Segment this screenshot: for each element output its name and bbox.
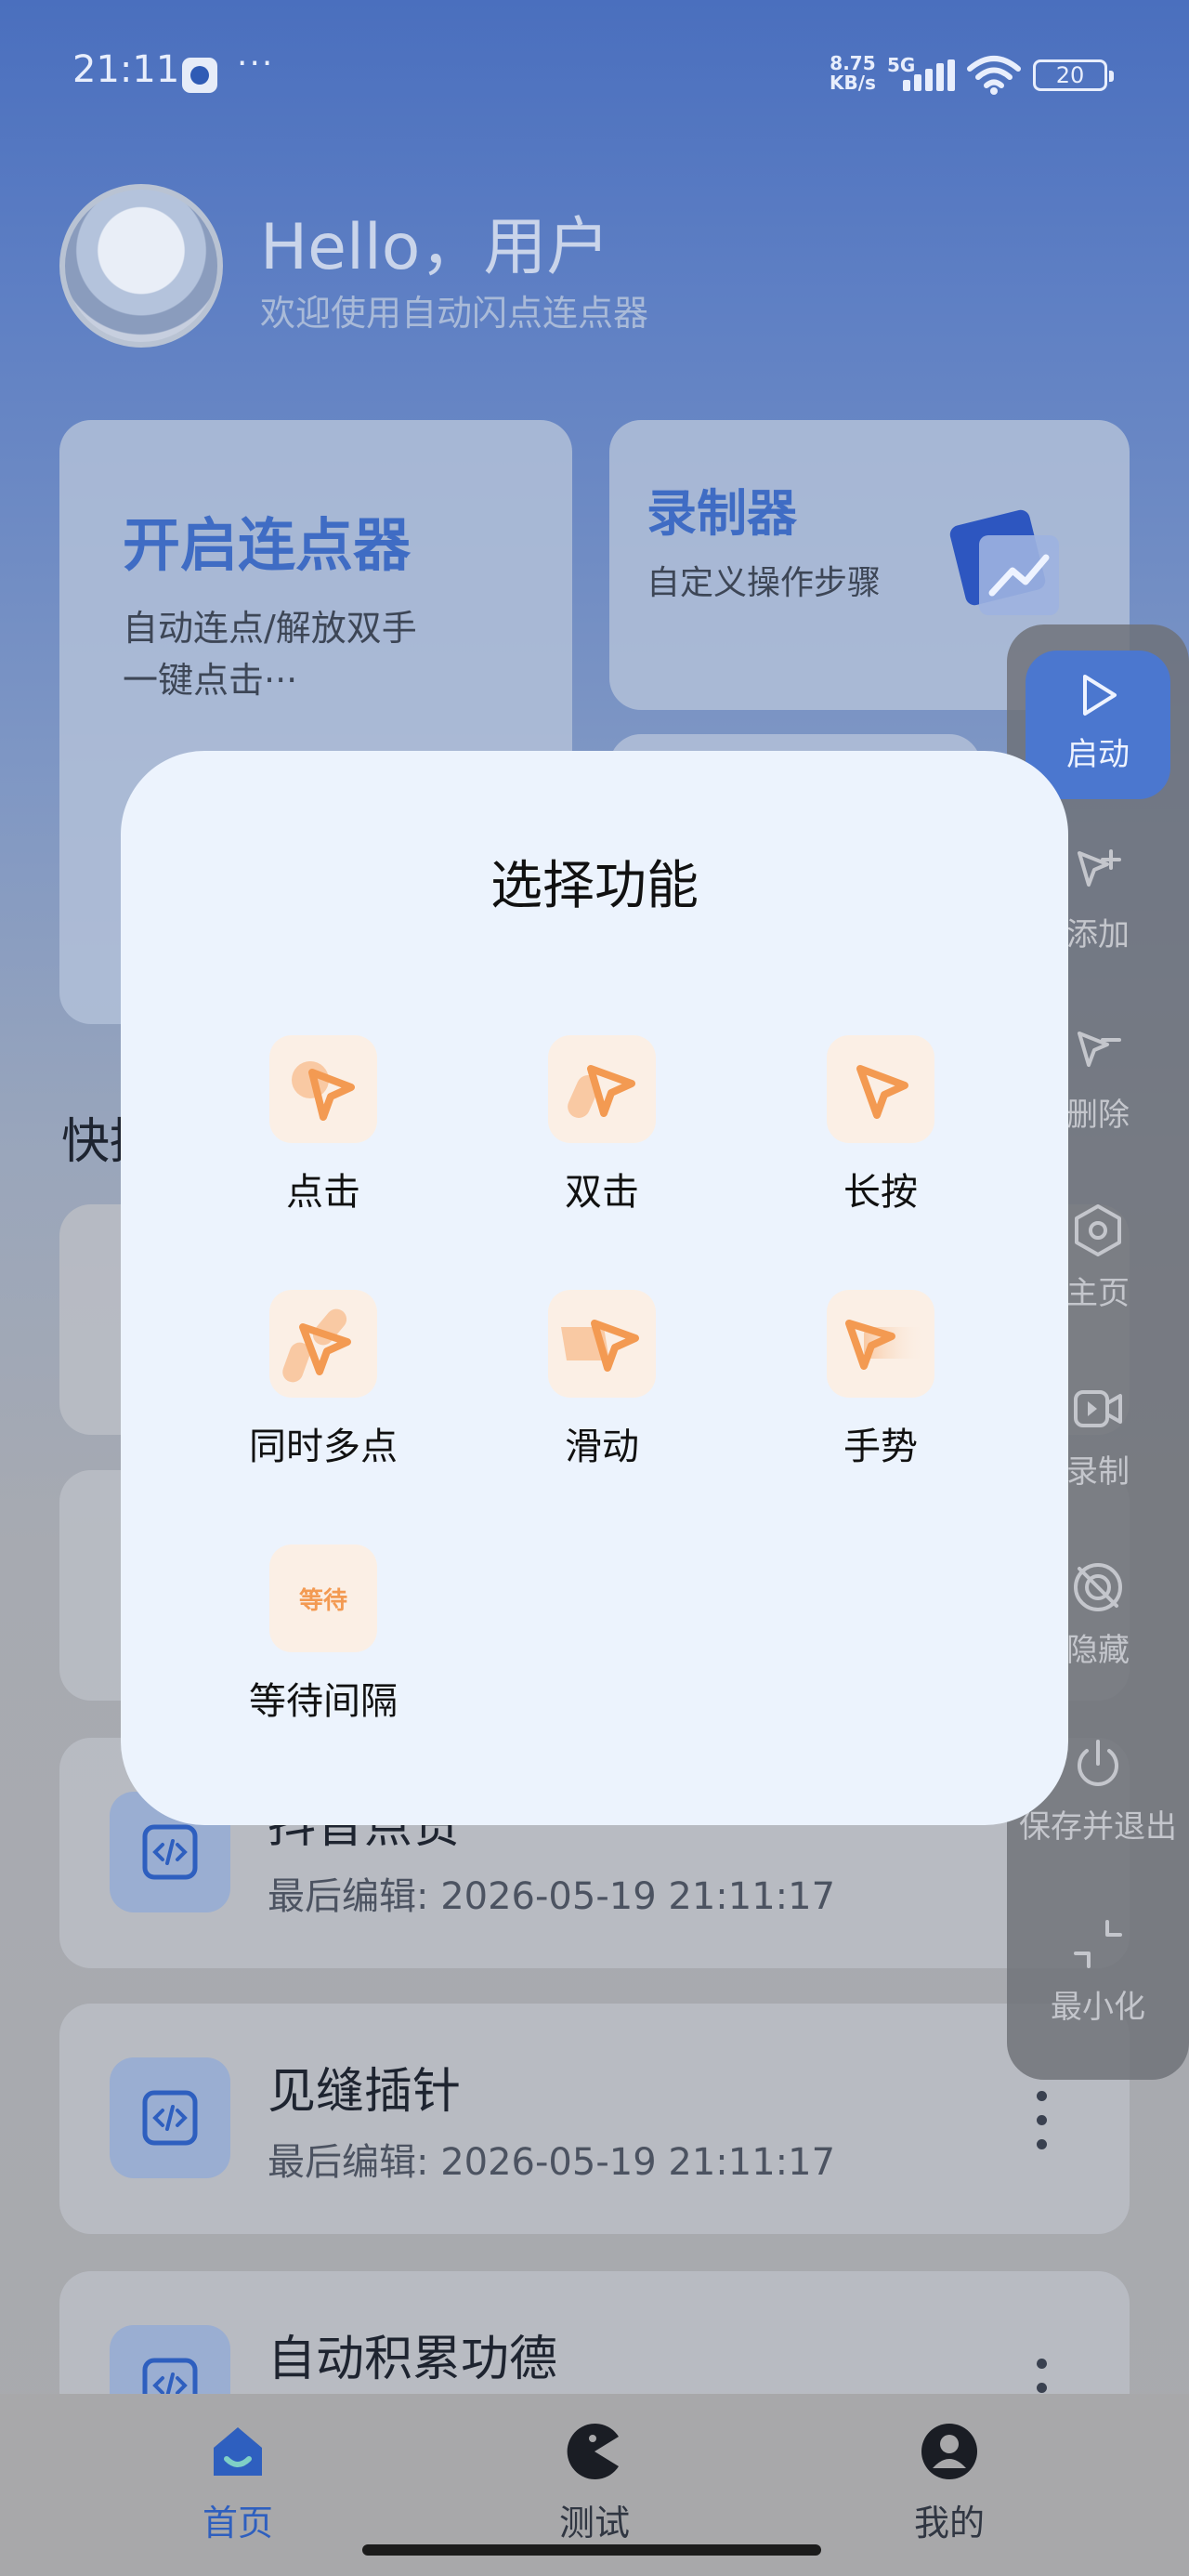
minimize-icon xyxy=(1074,1920,1122,1968)
cursor-add-icon xyxy=(1078,849,1121,887)
status-time: 21:11 xyxy=(72,48,180,91)
script-title: 自动积累功德 xyxy=(268,2332,558,2387)
app-notification-icon xyxy=(182,58,217,93)
toolbar-save-exit-label: 保存并退出 xyxy=(1019,1808,1177,1846)
signal-icon xyxy=(903,59,955,91)
network-speed-value: 8.75 xyxy=(830,52,876,74)
select-function-dialog: 选择功能 点击 双击 长按 同时多点 滑动 手势 等待 等待间隔 xyxy=(121,751,1068,1825)
pacman-icon xyxy=(567,2424,619,2479)
nav-home-label: 首页 xyxy=(202,2503,273,2543)
option-wait-label: 等待间隔 xyxy=(249,1680,398,1723)
power-icon xyxy=(1078,1740,1118,1786)
toolbar-minimize-button[interactable]: 最小化 xyxy=(1007,1916,1189,2027)
start-clicker-desc: 自动连点/解放双手 一键点击··· xyxy=(123,608,417,701)
home-icon xyxy=(214,2427,262,2476)
option-gesture[interactable]: 手势 xyxy=(769,1290,992,1470)
double-tap-icon xyxy=(548,1035,656,1143)
wait-icon-text: 等待 xyxy=(298,1587,347,1615)
video-icon xyxy=(1074,1390,1122,1427)
more-options-icon[interactable] xyxy=(1037,2091,1048,2150)
script-last-edited: 最后编辑: 2026-05-19 21:11:17 xyxy=(268,2141,836,2184)
avatar[interactable] xyxy=(59,184,223,348)
option-swipe[interactable]: 滑动 xyxy=(490,1290,713,1470)
multi-touch-icon xyxy=(269,1290,377,1398)
dialog-title: 选择功能 xyxy=(490,856,699,916)
option-gesture-label: 手势 xyxy=(843,1426,918,1468)
nav-mine[interactable]: 我的 xyxy=(856,2422,1042,2545)
option-long-press-label: 长按 xyxy=(843,1171,918,1214)
option-wait[interactable]: 等待 等待间隔 xyxy=(212,1544,435,1725)
toolbar-home-label: 主页 xyxy=(1066,1275,1130,1312)
script-title: 见缝插针 xyxy=(268,2064,462,2120)
eye-off-icon xyxy=(1074,1563,1122,1611)
nav-mine-label: 我的 xyxy=(913,2503,985,2543)
battery-icon: 20 xyxy=(1033,59,1114,91)
hexagon-icon xyxy=(1075,1204,1121,1256)
option-tap[interactable]: 点击 xyxy=(212,1035,435,1216)
toolbar-record-label: 录制 xyxy=(1066,1453,1130,1491)
welcome-subtitle: 欢迎使用自动闪点连点器 xyxy=(260,293,649,334)
tap-icon xyxy=(269,1035,377,1143)
toolbar-hide-label: 隐藏 xyxy=(1066,1632,1130,1669)
recorder-chart-icon xyxy=(949,509,1059,615)
status-bar: 21:11 ··· 8.75 KB/s 5G 20 xyxy=(0,0,1189,149)
cursor-remove-icon xyxy=(1078,1032,1121,1067)
play-icon xyxy=(1083,675,1117,716)
user-icon xyxy=(921,2424,977,2479)
network-speed: 8.75 KB/s xyxy=(830,54,876,93)
wifi-icon xyxy=(967,56,1021,95)
network-speed-unit: KB/s xyxy=(830,72,876,94)
toolbar-start-button[interactable]: 启动 xyxy=(1026,651,1170,799)
swipe-icon xyxy=(548,1290,656,1398)
recorder-desc: 自定义操作步骤 xyxy=(647,564,882,602)
option-swipe-label: 滑动 xyxy=(565,1426,639,1468)
option-multi-touch[interactable]: 同时多点 xyxy=(212,1290,435,1470)
nav-home[interactable]: 首页 xyxy=(145,2422,331,2545)
script-last-edited: 最后编辑: 2026-05-19 21:11:17 xyxy=(268,1875,836,1918)
gesture-icon xyxy=(827,1290,934,1398)
nav-test-label: 测试 xyxy=(558,2503,630,2543)
long-press-icon xyxy=(827,1035,934,1143)
code-icon xyxy=(110,2057,230,2178)
toolbar-start-label: 启动 xyxy=(1066,736,1130,773)
greeting: Hello，用户 xyxy=(260,211,610,284)
toolbar-delete-label: 删除 xyxy=(1066,1097,1130,1134)
home-indicator[interactable] xyxy=(362,2544,821,2556)
option-tap-label: 点击 xyxy=(286,1171,360,1214)
wait-icon: 等待 xyxy=(269,1544,377,1652)
nav-test[interactable]: 测试 xyxy=(502,2422,687,2545)
start-clicker-title: 开启连点器 xyxy=(123,511,412,579)
option-multi-touch-label: 同时多点 xyxy=(249,1426,398,1468)
more-notifications-icon: ··· xyxy=(237,45,275,83)
toolbar-minimize-label: 最小化 xyxy=(1051,1989,1145,2026)
recorder-title: 录制器 xyxy=(647,484,797,543)
option-long-press[interactable]: 长按 xyxy=(769,1035,992,1216)
option-double-tap[interactable]: 双击 xyxy=(490,1035,713,1216)
toolbar-add-label: 添加 xyxy=(1066,916,1130,953)
list-item[interactable]: 见缝插针 最后编辑: 2026-05-19 21:11:17 xyxy=(59,2004,1130,2234)
option-double-tap-label: 双击 xyxy=(565,1171,639,1214)
